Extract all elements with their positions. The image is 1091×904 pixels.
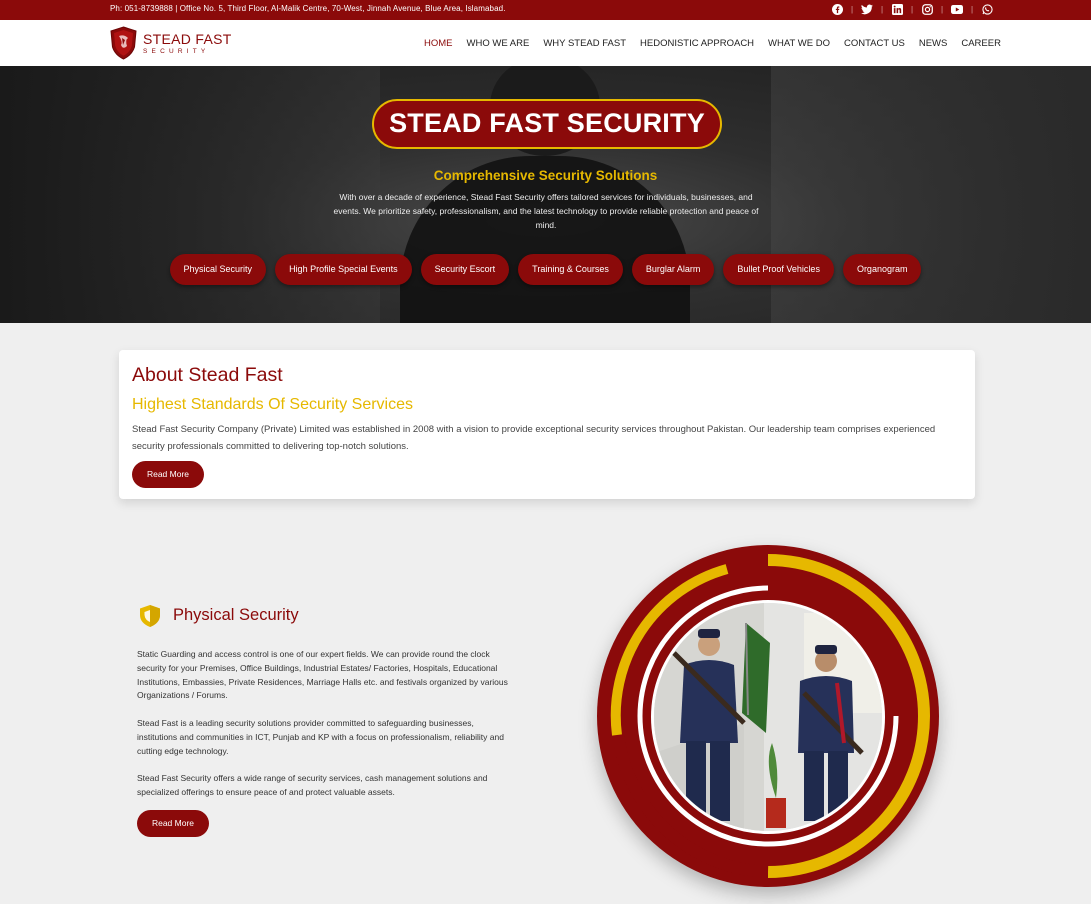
service-organogram-button[interactable]: Organogram [842,254,922,285]
nav-what-we-do[interactable]: WHAT WE DO [768,38,830,49]
hero-subtitle: Comprehensive Security Solutions [433,168,658,183]
twitter-icon[interactable] [861,3,873,15]
nav-hedonistic-approach[interactable]: HEDONISTIC APPROACH [640,38,754,49]
main-navbar: STEAD FAST SECURITY HOME WHO WE ARE WHY … [0,20,1091,66]
service-physical-security-button[interactable]: Physical Security [169,254,267,285]
nav-who-we-are[interactable]: WHO WE ARE [467,38,530,49]
nav-menu: HOME WHO WE ARE WHY STEAD FAST HEDONISTI… [424,38,1001,49]
separator: | [850,4,854,14]
logo-subtitle: SECURITY [143,48,210,55]
linkedin-icon[interactable] [891,3,903,15]
about-heading: About Stead Fast [132,364,283,386]
facebook-icon[interactable] [831,3,843,15]
service-pills: Physical Security High Profile Special E… [0,254,1091,285]
service-burglar-alarm-button[interactable]: Burglar Alarm [631,254,715,285]
about-read-more-button[interactable]: Read More [132,461,204,488]
physical-security-paragraph: Static Guarding and access control is on… [137,649,508,701]
shield-logo-icon [110,26,137,60]
youtube-icon[interactable] [951,3,963,15]
physical-security-text: Static Guarding and access control is on… [137,648,515,814]
service-security-escort-button[interactable]: Security Escort [420,254,510,285]
guards-illustration [654,603,882,831]
nav-home[interactable]: HOME [424,38,453,49]
contact-info: Ph: 051-8739888 | Office No. 5, Third Fl… [110,4,506,13]
separator: | [880,4,884,14]
separator: | [910,4,914,14]
whatsapp-icon[interactable] [981,3,993,15]
service-special-events-button[interactable]: High Profile Special Events [275,254,412,285]
nav-news[interactable]: NEWS [919,38,948,49]
nav-contact-us[interactable]: CONTACT US [844,38,905,49]
separator: | [940,4,944,14]
physical-security-paragraph: Stead Fast is a leading security solutio… [137,717,504,756]
separator: | [970,4,974,14]
hero-banner: STEAD FAST SECURITY Comprehensive Securi… [0,66,1091,323]
nav-career[interactable]: CAREER [961,38,1001,49]
social-links: | | | | | [831,3,993,15]
physical-security-paragraph: Stead Fast Security offers a wide range … [137,773,488,797]
about-subheading: Highest Standards Of Security Services [132,396,414,413]
logo-title: STEAD FAST [143,31,232,47]
about-text: Stead Fast Security Company (Private) Li… [132,424,936,452]
service-bullet-proof-vehicles-button[interactable]: Bullet Proof Vehicles [723,254,834,285]
hero-description: With over a decade of experience, Stead … [333,192,759,230]
hero-title: STEAD FAST SECURITY [372,99,722,149]
guards-photo [651,600,885,834]
shield-icon [140,605,160,627]
physical-security-title: Physical Security [173,606,299,624]
physical-security-read-more-button[interactable]: Read More [137,810,209,837]
about-card: About Stead Fast Highest Standards Of Se… [119,350,975,499]
instagram-icon[interactable] [921,3,933,15]
nav-why-stead-fast[interactable]: WHY STEAD FAST [543,38,626,49]
site-logo[interactable]: STEAD FAST SECURITY [110,26,232,60]
top-bar: Ph: 051-8739888 | Office No. 5, Third Fl… [0,0,1091,20]
service-training-button[interactable]: Training & Courses [518,254,623,285]
